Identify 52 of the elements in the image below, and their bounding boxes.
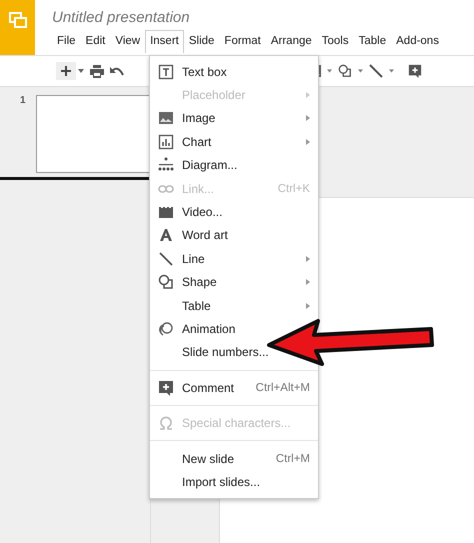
shortcut-label: Ctrl+K	[278, 182, 310, 195]
menu-option[interactable]: Video...	[182, 205, 222, 220]
menu-option[interactable]: Diagram...	[182, 158, 238, 172]
menu-option[interactable]: Image	[182, 111, 216, 126]
shape-icon[interactable]	[338, 64, 352, 78]
dropdown-caret-icon[interactable]	[327, 69, 332, 73]
letter-a-icon	[158, 227, 174, 244]
dropdown-caret-icon[interactable]	[389, 69, 394, 73]
print-icon[interactable]	[90, 64, 104, 78]
menu-item[interactable]: Arrange	[266, 30, 317, 53]
menu-item[interactable]: Insert	[145, 30, 184, 53]
shape-icon	[158, 274, 174, 290]
slide-number: 1	[20, 95, 26, 108]
menu-option[interactable]: Chart	[182, 134, 212, 149]
shortcut-label: Ctrl+M	[276, 452, 310, 465]
undo-icon[interactable]	[110, 66, 124, 76]
line-icon[interactable]	[369, 64, 383, 78]
menu-item[interactable]: Tools	[316, 30, 354, 53]
menu-option[interactable]: Animation	[182, 322, 236, 336]
menu-option[interactable]: Text box	[182, 64, 227, 79]
omega-icon	[158, 415, 174, 432]
menu-option[interactable]: Shape	[182, 275, 217, 290]
new-slide-button[interactable]	[56, 62, 76, 80]
menu-item[interactable]: Add-ons	[391, 30, 444, 53]
menu-item[interactable]: File	[52, 30, 81, 53]
menu-item[interactable]: Table	[354, 30, 392, 53]
menu-option[interactable]: New slide	[182, 452, 234, 466]
line-icon	[158, 250, 174, 267]
menu-item[interactable]: View	[110, 30, 146, 53]
dropdown-caret-icon[interactable]	[358, 69, 363, 73]
dropdown-caret-icon[interactable]	[78, 69, 84, 73]
diagram-icon	[158, 157, 174, 174]
menu-item[interactable]: Slide	[184, 30, 220, 53]
menu-option[interactable]: Comment	[182, 380, 234, 395]
menu-option[interactable]: Line	[182, 252, 205, 266]
document-title[interactable]: Untitled presentation	[52, 9, 190, 26]
menu-option[interactable]: Import slides...	[182, 474, 260, 489]
text-box-icon	[158, 64, 174, 80]
menu-item[interactable]: Edit	[80, 30, 110, 53]
shortcut-label: Ctrl+Alt+M	[256, 382, 310, 394]
image-icon	[158, 110, 174, 126]
animation-icon	[158, 320, 174, 337]
add-comment-icon[interactable]	[408, 64, 422, 78]
plus-icon	[60, 65, 72, 77]
add-comment-icon	[158, 380, 174, 396]
film-icon	[158, 204, 174, 220]
slide-thumbnail[interactable]	[36, 95, 150, 173]
menu-option[interactable]: Slide numbers...	[182, 345, 269, 360]
menu-option[interactable]: Word art	[182, 228, 228, 242]
menu-item[interactable]: Format	[219, 30, 266, 53]
menu-option[interactable]: Table	[182, 298, 211, 313]
chart-icon	[158, 134, 174, 150]
